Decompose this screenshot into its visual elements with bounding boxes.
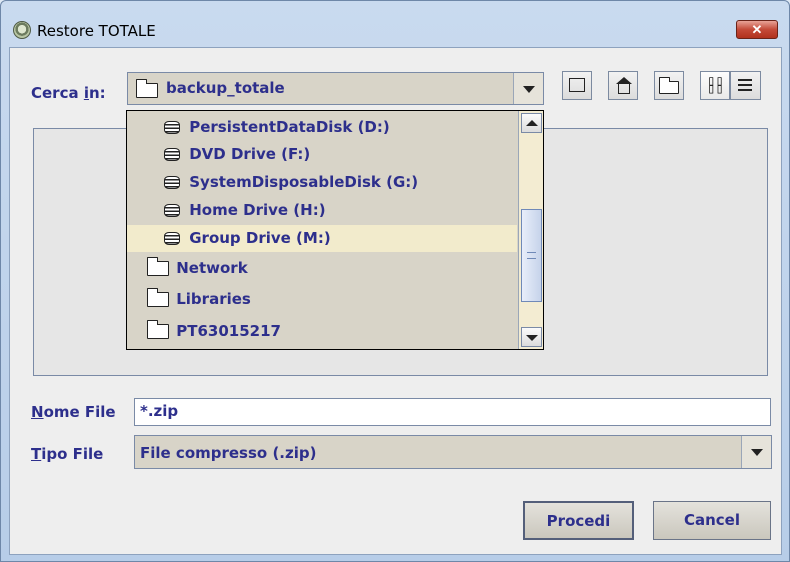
look-in-dropdown-list[interactable]: PersistentDataDisk (D:) DVD Drive (F:) S… [126, 110, 544, 350]
scroll-down-button[interactable] [521, 327, 542, 347]
drive-icon [164, 204, 180, 217]
home-button[interactable] [608, 71, 638, 100]
new-folder-button[interactable] [654, 71, 684, 100]
look-in-label: Cerca in: [31, 84, 106, 102]
details-view-icon [738, 79, 752, 81]
chevron-down-icon[interactable] [513, 73, 543, 104]
details-view-button[interactable] [730, 71, 761, 100]
list-item[interactable]: Network [127, 255, 517, 282]
list-item-label: PersistentDataDisk (D:) [189, 118, 390, 136]
list-item-label: PT63015217 [176, 322, 281, 340]
folder-icon [146, 257, 169, 276]
list-item[interactable]: Libraries [127, 286, 517, 313]
close-button[interactable]: ✕ [736, 20, 778, 39]
list-item-label: Group Drive (M:) [189, 229, 331, 247]
file-name-label: Nome File [31, 403, 116, 421]
dropdown-scrollbar[interactable] [518, 111, 543, 349]
list-view-button[interactable]: ▯▯ ▯▯ [700, 71, 730, 100]
drive-icon [164, 121, 180, 134]
list-item-selected[interactable]: Group Drive (M:) [127, 225, 517, 252]
look-in-value: backup_totale [166, 79, 285, 97]
list-view-icon: ▯▯ ▯▯ [707, 73, 724, 97]
list-item[interactable]: PT63015217 [127, 318, 517, 345]
scroll-up-button[interactable] [521, 113, 542, 133]
list-item[interactable]: DVD Drive (F:) [127, 141, 517, 168]
file-type-combo[interactable]: File compresso (.zip) [134, 435, 772, 469]
proceed-button[interactable]: Procedi [523, 501, 634, 540]
list-item-label: DVD Drive (F:) [189, 145, 311, 163]
file-type-value: File compresso (.zip) [140, 444, 317, 462]
app-emblem-icon [13, 21, 31, 39]
list-item-label: Home Drive (H:) [189, 201, 326, 219]
list-item[interactable]: SystemDisposableDisk (G:) [127, 169, 517, 196]
drive-icon [164, 148, 180, 161]
list-item[interactable]: Home Drive (H:) [127, 197, 517, 224]
drive-icon [164, 176, 180, 189]
list-item-label: Libraries [176, 290, 251, 308]
folder-icon [135, 79, 158, 98]
up-one-level-button[interactable] [562, 71, 592, 100]
list-item-label: Network [176, 259, 248, 277]
title-bar[interactable]: Restore TOTALE ✕ [1, 1, 789, 47]
file-type-label: Tipo File [31, 445, 104, 463]
list-item[interactable]: PersistentDataDisk (D:) [127, 114, 517, 141]
home-icon [616, 77, 632, 84]
list-item-label: SystemDisposableDisk (G:) [189, 173, 419, 191]
drive-icon [164, 232, 180, 245]
window-title: Restore TOTALE [37, 22, 156, 40]
chevron-down-icon[interactable] [741, 436, 771, 468]
new-folder-icon [658, 77, 679, 94]
folder-icon [146, 320, 169, 339]
cancel-button[interactable]: Cancel [653, 501, 771, 540]
restore-dialog: Restore TOTALE ✕ Cerca in: backup_totale… [0, 0, 790, 562]
up-one-level-icon [569, 78, 585, 92]
scroll-thumb[interactable] [521, 209, 542, 302]
look-in-combo[interactable]: backup_totale [127, 72, 544, 105]
file-name-input[interactable]: *.zip [134, 398, 771, 426]
folder-icon [146, 288, 169, 307]
